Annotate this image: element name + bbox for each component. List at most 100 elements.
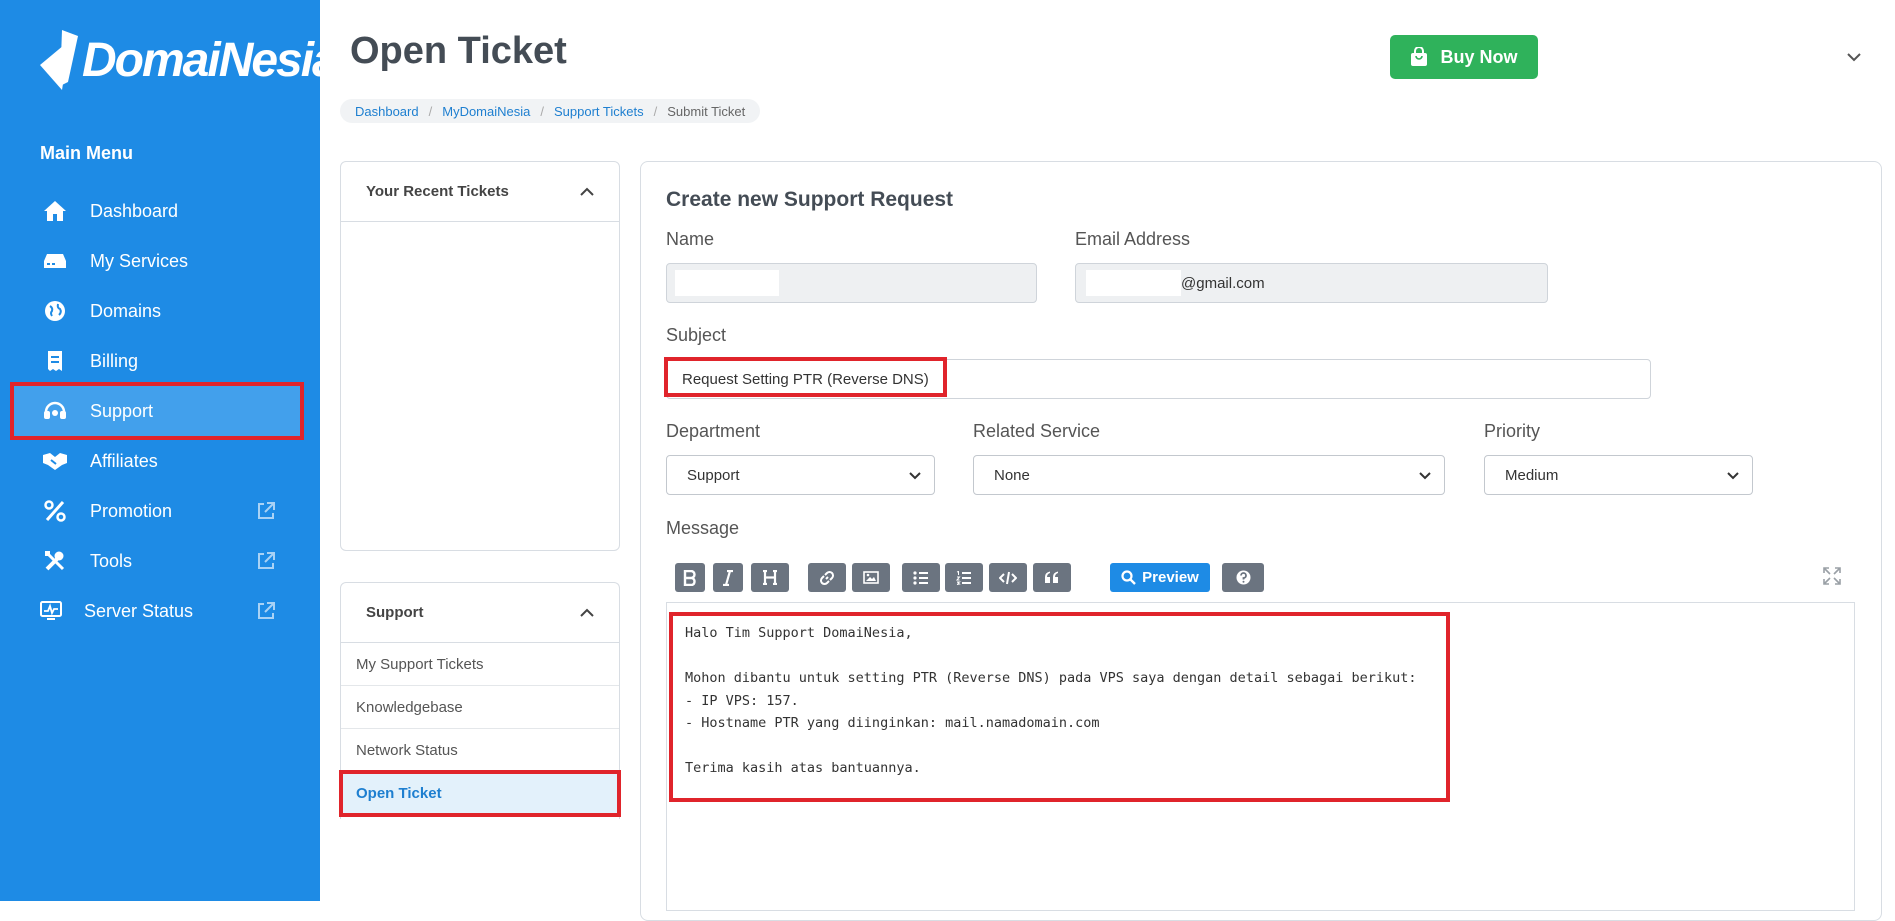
breadcrumb-mydomainesia[interactable]: MyDomaiNesia (442, 104, 530, 119)
priority-label: Priority (1484, 421, 1541, 441)
breadcrumb-separator: / (653, 103, 658, 119)
italic-icon (723, 569, 733, 586)
sidebar: DomaiNesia Main Menu Dashboard My Servic… (0, 0, 339, 901)
sidebar-item-label: Support (90, 400, 154, 421)
sidebar-item-label: Promotion (90, 500, 173, 521)
sidebar-item-label: Billing (90, 350, 139, 371)
chevron-down-icon[interactable] (1845, 48, 1863, 66)
italic-button[interactable] (713, 563, 743, 592)
monitor-icon (38, 598, 64, 624)
link-button[interactable] (808, 563, 846, 592)
brand-logo[interactable]: DomaiNesia (40, 28, 339, 92)
sidebar-item-affiliates[interactable]: Affiliates (14, 436, 300, 486)
sidebar-item-label: Affiliates (90, 450, 158, 471)
link-my-support-tickets[interactable]: My Support Tickets (341, 643, 619, 686)
department-select[interactable]: Support (666, 455, 935, 495)
message-label: Message (666, 518, 740, 538)
buy-now-button[interactable]: Buy Now (1390, 35, 1538, 79)
preview-button[interactable]: Preview (1110, 563, 1210, 592)
link-network-status[interactable]: Network Status (341, 729, 619, 772)
sidebar-item-label: Dashboard (90, 200, 179, 221)
support-panel-header[interactable]: Support (341, 583, 619, 643)
name-field[interactable] (666, 263, 1037, 303)
bullet-list-button[interactable] (902, 563, 940, 592)
priority-select[interactable]: Medium (1484, 455, 1753, 495)
priority-value: Medium (1505, 466, 1559, 484)
breadcrumb-separator: / (428, 103, 433, 119)
related-service-value: None (994, 466, 1030, 484)
name-label: Name (666, 229, 715, 249)
department-value: Support (687, 466, 740, 484)
sidebar-item-label: Domains (90, 300, 162, 321)
recent-tickets-header[interactable]: Your Recent Tickets (341, 162, 619, 222)
external-link-icon (258, 502, 275, 519)
main-menu: Dashboard My Services Domains Billing Su… (10, 186, 304, 636)
email-label: Email Address (1075, 229, 1191, 249)
chevron-down-icon (1419, 472, 1431, 480)
recent-tickets-panel: Your Recent Tickets (340, 161, 620, 551)
sidebar-item-billing[interactable]: Billing (14, 336, 300, 386)
quote-icon (1045, 571, 1058, 583)
sidebar-item-promotion[interactable]: Promotion (14, 486, 300, 536)
receipt-icon (42, 348, 68, 374)
globe-icon (42, 298, 68, 324)
help-button[interactable] (1222, 563, 1264, 592)
breadcrumb-current: Submit Ticket (667, 103, 746, 119)
code-button[interactable] (989, 563, 1027, 592)
editor-toolbar: Preview (666, 551, 1855, 603)
preview-label: Preview (1142, 569, 1199, 586)
email-field[interactable]: @gmail.com (1075, 263, 1548, 303)
chevron-up-icon (580, 187, 594, 196)
subject-highlight (664, 357, 947, 397)
chevron-down-icon (909, 472, 921, 480)
sidebar-item-server-status[interactable]: Server Status (14, 586, 300, 636)
bold-icon (683, 569, 696, 586)
bullet-list-icon (913, 570, 928, 585)
brand-name: DomaiNesia (82, 33, 339, 87)
link-open-ticket[interactable]: Open Ticket (339, 770, 621, 817)
numbered-list-icon (956, 570, 971, 585)
fullscreen-icon[interactable] (1823, 567, 1841, 585)
breadcrumb-support-tickets[interactable]: Support Tickets (554, 104, 644, 119)
search-icon (1121, 570, 1136, 585)
breadcrumb-separator: / (540, 103, 544, 119)
sidebar-item-label: Tools (90, 550, 133, 571)
tools-icon (42, 548, 68, 574)
breadcrumb: Dashboard / MyDomaiNesia / Support Ticke… (340, 99, 761, 123)
form-title: Create new Support Request (666, 188, 954, 211)
heading-button[interactable] (751, 563, 789, 592)
chevron-up-icon (580, 608, 594, 617)
message-highlight (669, 612, 1450, 802)
email-suffix: @gmail.com (1181, 274, 1265, 292)
breadcrumb-dashboard[interactable]: Dashboard (355, 104, 419, 119)
handshake-icon (42, 448, 68, 474)
shopping-bag-icon (1411, 47, 1428, 66)
numbered-list-button[interactable] (945, 563, 983, 592)
sidebar-item-tools[interactable]: Tools (14, 536, 300, 586)
headset-icon (42, 398, 68, 424)
sidebar-item-domains[interactable]: Domains (14, 286, 300, 336)
image-icon (863, 571, 879, 584)
bold-button[interactable] (675, 563, 705, 592)
redacted-name (675, 270, 779, 296)
buy-now-label: Buy Now (1440, 46, 1518, 67)
sidebar-item-my-services[interactable]: My Services (14, 236, 300, 286)
code-icon (999, 571, 1017, 584)
related-service-select[interactable]: None (973, 455, 1445, 495)
link-knowledgebase[interactable]: Knowledgebase (341, 686, 619, 729)
main-menu-title: Main Menu (40, 143, 133, 163)
external-link-icon (258, 552, 275, 569)
related-service-label: Related Service (973, 421, 1101, 441)
server-icon (42, 248, 68, 274)
quote-button[interactable] (1033, 563, 1071, 592)
support-panel: Support My Support Tickets Knowledgebase… (339, 582, 621, 819)
sidebar-item-dashboard[interactable]: Dashboard (14, 186, 300, 236)
link-icon (819, 570, 835, 585)
page-title: Open Ticket (350, 30, 567, 72)
sidebar-item-support[interactable]: Support (10, 382, 304, 440)
home-icon (42, 198, 68, 224)
recent-tickets-title: Your Recent Tickets (366, 183, 509, 200)
image-button[interactable] (852, 563, 890, 592)
external-link-icon (258, 602, 275, 619)
chevron-down-icon (1727, 472, 1739, 480)
